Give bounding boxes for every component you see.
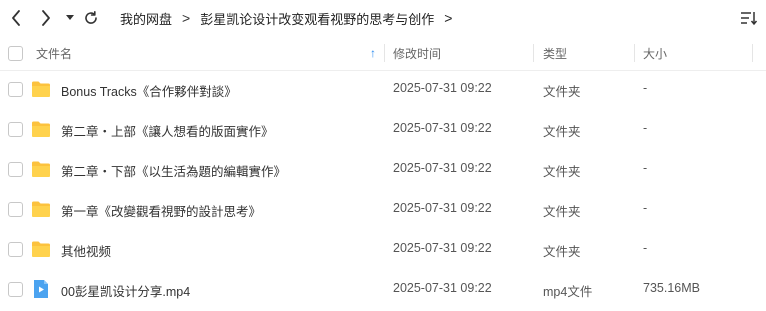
file-name[interactable]: 第二章・下部《以生活為題的編輯實作》 bbox=[61, 161, 286, 180]
file-size: 735.16MB bbox=[643, 281, 700, 295]
column-header-type[interactable]: 类型 bbox=[543, 36, 567, 70]
file-size: - bbox=[643, 81, 648, 95]
file-row[interactable]: Bonus Tracks《合作夥伴對談》 2025-07-31 09:22 文件夹 - bbox=[0, 69, 766, 109]
folder-icon bbox=[31, 239, 51, 259]
file-name[interactable]: 第一章《改變觀看視野的設計思考》 bbox=[61, 201, 261, 220]
file-row[interactable]: 第二章・下部《以生活為題的編輯實作》 2025-07-31 09:22 文件夹 - bbox=[0, 149, 766, 189]
breadcrumb-expand-icon[interactable]: > bbox=[444, 10, 452, 26]
history-dropdown-button[interactable] bbox=[64, 8, 76, 28]
column-divider[interactable] bbox=[752, 44, 753, 62]
file-name[interactable]: Bonus Tracks《合作夥伴對談》 bbox=[61, 81, 237, 100]
row-checkbox[interactable] bbox=[8, 242, 23, 257]
file-type: 文件夹 bbox=[543, 165, 581, 179]
breadcrumb-separator-icon: > bbox=[182, 10, 191, 26]
toolbar: 我的网盘 > 彭星凯论设计改变观看视野的思考与创作 > bbox=[0, 0, 766, 36]
file-modified-time: 2025-07-31 09:22 bbox=[393, 201, 492, 215]
sort-list-icon bbox=[741, 12, 758, 26]
file-name[interactable]: 其他视频 bbox=[61, 241, 111, 260]
refresh-icon bbox=[85, 11, 97, 24]
file-size: - bbox=[643, 161, 648, 175]
breadcrumb-item-root[interactable]: 我的网盘 bbox=[120, 9, 172, 28]
column-header-modified[interactable]: 修改时间 bbox=[393, 36, 441, 70]
file-modified-time: 2025-07-31 09:22 bbox=[393, 281, 492, 295]
column-divider[interactable] bbox=[533, 44, 534, 62]
file-size: - bbox=[643, 201, 648, 215]
file-size: - bbox=[643, 241, 648, 255]
file-row[interactable]: 第一章《改變觀看視野的設計思考》 2025-07-31 09:22 文件夹 - bbox=[0, 189, 766, 229]
row-checkbox[interactable] bbox=[8, 282, 23, 297]
column-header-name[interactable]: 文件名 bbox=[36, 36, 72, 70]
breadcrumb-item-current[interactable]: 彭星凯论设计改变观看视野的思考与创作 bbox=[200, 9, 434, 28]
file-name[interactable]: 第二章・上部《讓人想看的版面實作》 bbox=[61, 121, 274, 140]
file-name[interactable]: 00彭星凯设计分享.mp4 bbox=[61, 281, 190, 300]
file-modified-time: 2025-07-31 09:22 bbox=[393, 81, 492, 95]
video-file-icon bbox=[31, 279, 51, 299]
file-row[interactable]: 其他视频 2025-07-31 09:22 文件夹 - bbox=[0, 229, 766, 269]
column-divider[interactable] bbox=[384, 44, 385, 62]
file-size: - bbox=[643, 121, 648, 135]
file-type: 文件夹 bbox=[543, 85, 581, 99]
select-all-checkbox[interactable] bbox=[8, 46, 23, 61]
folder-icon bbox=[31, 79, 51, 99]
breadcrumb: 我的网盘 > 彭星凯论设计改变观看视野的思考与创作 > bbox=[120, 9, 452, 27]
chevron-left-icon bbox=[12, 10, 20, 26]
back-button[interactable] bbox=[8, 8, 24, 28]
folder-icon bbox=[31, 119, 51, 139]
file-type: 文件夹 bbox=[543, 245, 581, 259]
chevron-right-icon bbox=[42, 10, 50, 26]
row-checkbox[interactable] bbox=[8, 202, 23, 217]
refresh-button[interactable] bbox=[82, 8, 100, 28]
sort-ascending-icon[interactable]: ↑ bbox=[370, 46, 376, 60]
row-checkbox[interactable] bbox=[8, 122, 23, 137]
file-modified-time: 2025-07-31 09:22 bbox=[393, 241, 492, 255]
file-type: 文件夹 bbox=[543, 205, 581, 219]
forward-button[interactable] bbox=[38, 8, 54, 28]
sort-options-button[interactable] bbox=[740, 10, 758, 26]
file-modified-time: 2025-07-31 09:22 bbox=[393, 161, 492, 175]
file-type: mp4文件 bbox=[543, 285, 593, 299]
row-checkbox[interactable] bbox=[8, 82, 23, 97]
file-row[interactable]: 第二章・上部《讓人想看的版面實作》 2025-07-31 09:22 文件夹 - bbox=[0, 109, 766, 149]
row-checkbox[interactable] bbox=[8, 162, 23, 177]
folder-icon bbox=[31, 199, 51, 219]
column-header-size[interactable]: 大小 bbox=[643, 36, 667, 70]
file-row[interactable]: 00彭星凯设计分享.mp4 2025-07-31 09:22 mp4文件 735.16… bbox=[0, 269, 766, 309]
folder-icon bbox=[31, 159, 51, 179]
file-list-header: 文件名 ↑ 修改时间 类型 大小 bbox=[0, 36, 766, 71]
file-type: 文件夹 bbox=[543, 125, 581, 139]
column-divider[interactable] bbox=[634, 44, 635, 62]
file-modified-time: 2025-07-31 09:22 bbox=[393, 121, 492, 135]
caret-down-icon bbox=[66, 15, 74, 20]
